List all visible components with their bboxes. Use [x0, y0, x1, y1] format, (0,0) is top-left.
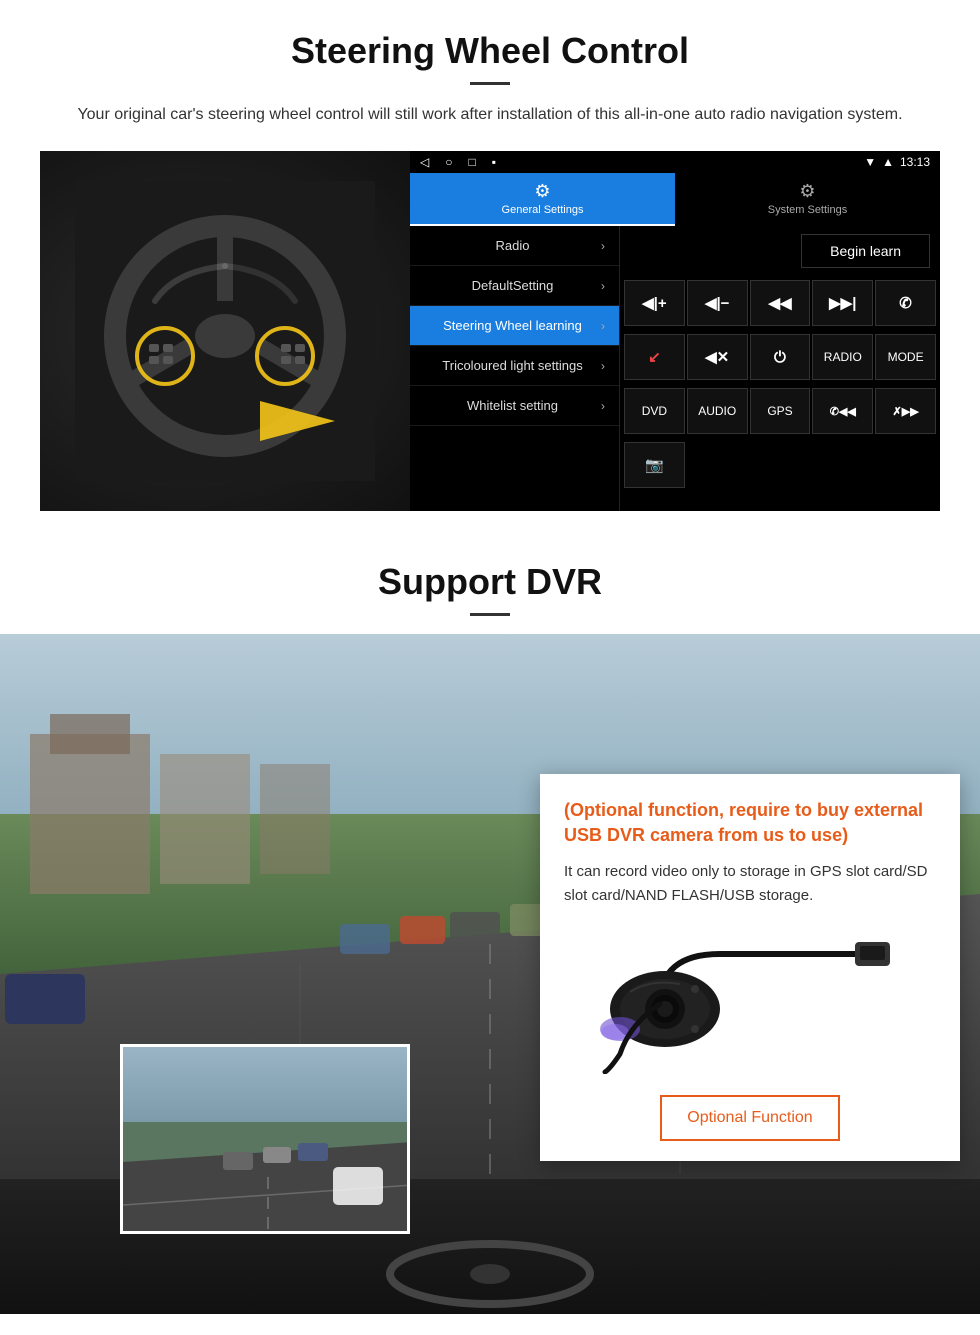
android-menu: Radio › DefaultSetting › Steering Wheel … — [410, 226, 620, 511]
nav-dot-icon[interactable]: ▪ — [492, 155, 496, 169]
android-body: Radio › DefaultSetting › Steering Wheel … — [410, 226, 940, 511]
time-display: 13:13 — [900, 155, 930, 169]
menu-item-steering[interactable]: Steering Wheel learning › — [410, 306, 619, 346]
ctrl-hang-up[interactable]: ↙ — [624, 334, 685, 380]
optional-function-button[interactable]: Optional Function — [660, 1095, 840, 1141]
menu-item-tricoloured[interactable]: Tricoloured light settings › — [410, 346, 619, 386]
tab-general[interactable]: ⚙ General Settings — [410, 173, 675, 226]
ctrl-vol-down[interactable]: ◀|− — [687, 280, 748, 326]
control-grid-row2: ↙ ◀✕ ⏻ RADIO MODE — [620, 330, 940, 384]
chevron-icon-radio: › — [601, 239, 605, 253]
tab-system-label: System Settings — [768, 204, 847, 216]
ctrl-power[interactable]: ⏻ — [750, 334, 811, 380]
chevron-icon-default: › — [601, 279, 605, 293]
dvr-description: It can record video only to storage in G… — [564, 860, 936, 908]
dvr-photo-wrapper: (Optional function, require to buy exter… — [0, 634, 980, 1314]
dvr-title: Support DVR — [40, 561, 940, 603]
wifi-icon: ▼ — [864, 155, 876, 169]
begin-learn-row: Begin learn — [620, 226, 940, 276]
android-panel: ◁ ○ □ ▪ ▼ ▲ 13:13 ⚙ General Settings — [410, 151, 940, 511]
tab-system[interactable]: ⚙ System Settings — [675, 173, 940, 226]
general-settings-icon: ⚙ — [534, 181, 550, 202]
control-grid-row3: DVD AUDIO GPS ✆◀◀ ✗▶▶ — [620, 384, 940, 438]
system-settings-icon: ⚙ — [799, 181, 815, 202]
ctrl-phone-answer[interactable]: ✆ — [875, 280, 936, 326]
menu-item-whitelist[interactable]: Whitelist setting › — [410, 386, 619, 426]
chevron-icon-tricoloured: › — [601, 359, 605, 373]
menu-item-radio[interactable]: Radio › — [410, 226, 619, 266]
steering-wheel-image — [75, 181, 375, 481]
nav-back-icon[interactable]: ◁ — [420, 155, 429, 169]
android-controls: Begin learn ◀|+ ◀|− ◀◀ ▶▶| ✆ ↙ ◀✕ ⏻ — [620, 226, 940, 511]
control-grid-row1: ◀|+ ◀|− ◀◀ ▶▶| ✆ — [620, 276, 940, 330]
nav-home-icon[interactable]: ○ — [445, 155, 452, 169]
dvr-preview-inset — [120, 1044, 410, 1234]
ctrl-gps[interactable]: GPS — [750, 388, 811, 434]
dvr-camera-visual — [564, 924, 936, 1079]
steering-content-area: ◁ ○ □ ▪ ▼ ▲ 13:13 ⚙ General Settings — [40, 151, 940, 511]
android-statusbar: ◁ ○ □ ▪ ▼ ▲ 13:13 — [410, 151, 940, 173]
ctrl-vol-up[interactable]: ◀|+ — [624, 280, 685, 326]
ctrl-phone-prev[interactable]: ✆◀◀ — [812, 388, 873, 434]
signal-icon: ▲ — [882, 155, 894, 169]
ctrl-mode[interactable]: MODE — [875, 334, 936, 380]
dvr-optional-heading: (Optional function, require to buy exter… — [564, 798, 936, 848]
ctrl-dvd[interactable]: DVD — [624, 388, 685, 434]
ctrl-radio[interactable]: RADIO — [812, 334, 873, 380]
ctrl-audio[interactable]: AUDIO — [687, 388, 748, 434]
statusbar-nav: ◁ ○ □ ▪ — [420, 155, 496, 169]
begin-learn-button[interactable]: Begin learn — [801, 234, 930, 268]
android-tabs: ⚙ General Settings ⚙ System Settings — [410, 173, 940, 226]
tab-general-label: General Settings — [502, 204, 584, 216]
control-grid-row4: 📷 — [620, 438, 940, 492]
dvr-title-area: Support DVR — [0, 531, 980, 616]
dvr-divider — [470, 613, 510, 616]
chevron-icon-whitelist: › — [601, 399, 605, 413]
steering-title: Steering Wheel Control — [40, 30, 940, 72]
steering-photo-bg — [40, 151, 410, 511]
ctrl-camera[interactable]: 📷 — [624, 442, 685, 488]
ctrl-prev-track[interactable]: ◀◀ — [750, 280, 811, 326]
dvr-preview-inner — [123, 1047, 407, 1231]
chevron-icon-steering: › — [601, 319, 605, 333]
title-divider — [470, 82, 510, 85]
statusbar-right: ▼ ▲ 13:13 — [864, 155, 930, 169]
steering-section: Steering Wheel Control Your original car… — [0, 0, 980, 531]
ctrl-mute[interactable]: ◀✕ — [687, 334, 748, 380]
menu-item-default[interactable]: DefaultSetting › — [410, 266, 619, 306]
nav-square-icon[interactable]: □ — [468, 155, 475, 169]
dvr-info-card: (Optional function, require to buy exter… — [540, 774, 960, 1161]
steering-photo — [40, 151, 410, 511]
ctrl-next-track[interactable]: ▶▶| — [812, 280, 873, 326]
dvr-section: Support DVR — [0, 531, 980, 1314]
steering-description: Your original car's steering wheel contr… — [60, 103, 920, 127]
ctrl-phone-next[interactable]: ✗▶▶ — [875, 388, 936, 434]
